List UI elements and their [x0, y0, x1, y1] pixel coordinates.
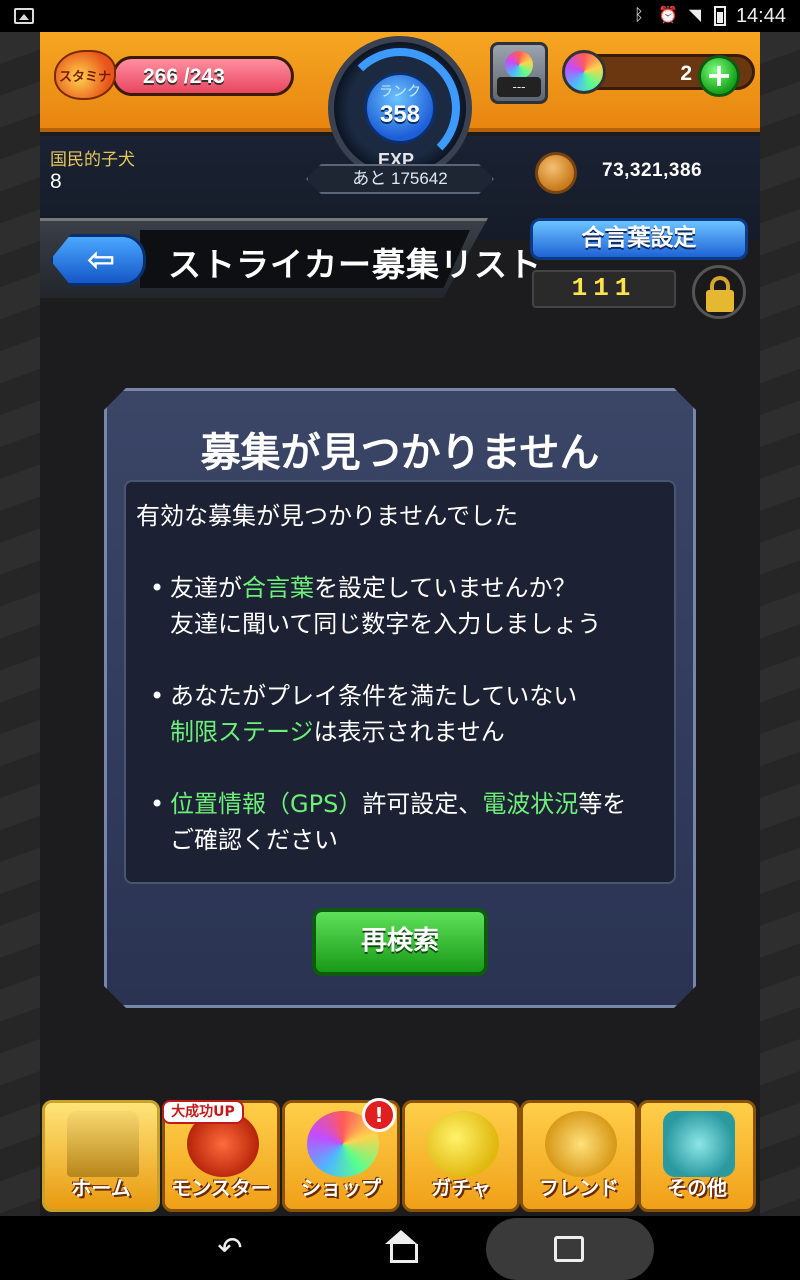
player-level: 8: [50, 170, 62, 193]
bottom-nav: ホーム モンスター ショップ ガチャ フレンド その他: [40, 1096, 760, 1216]
orb-count: 2: [680, 62, 692, 85]
bluetooth-icon: ᛒ: [634, 7, 644, 24]
back-arrow-icon: ⇦: [86, 240, 116, 280]
wifi-icon: ◥: [688, 7, 702, 24]
nav-friend[interactable]: フレンド: [520, 1100, 638, 1212]
rank-label: ランク: [379, 84, 421, 100]
coin-value: 73,321,386: [602, 160, 703, 181]
nav-home-label: ホーム: [71, 1176, 131, 1200]
page-title: ストライカー募集リスト: [168, 245, 542, 284]
stamina-label: スタミナ: [58, 69, 111, 85]
nav-gacha-label: ガチャ: [431, 1176, 491, 1200]
nav-monster-label: モンスター: [171, 1176, 271, 1200]
dialog-lead-text: 有効な募集が見つかりませんでした: [136, 502, 519, 530]
status-icons: ᛒ ⏰ ◥ 14:44: [630, 5, 786, 28]
dialog-message-box: 有効な募集が見つかりませんでした 友達が合言葉を設定していませんか？ 友達に聞い…: [124, 480, 676, 884]
buy-orb-button[interactable]: +: [698, 55, 740, 97]
right-border: [760, 32, 800, 1216]
orb-icon: [562, 50, 606, 94]
friends-icon: [545, 1111, 617, 1177]
stamina-value: 266 /243: [143, 65, 225, 88]
nav-friend-label: フレンド: [539, 1176, 619, 1200]
monster-promo-badge: 大成功UP: [162, 1100, 244, 1124]
highlight-passcode: 合言葉: [242, 574, 314, 602]
highlight-signal: 電波状況: [482, 790, 579, 818]
highlight-restricted-stage: 制限ステージ: [170, 718, 314, 746]
nav-shop-label: ショップ: [301, 1176, 381, 1200]
passcode-field[interactable]: 111: [532, 270, 676, 308]
alarm-icon: ⏰: [657, 7, 678, 24]
image-icon: [14, 8, 34, 24]
other-menu-icon: [663, 1111, 735, 1177]
home-nav-icon[interactable]: [384, 1230, 418, 1263]
home-gate-icon: [67, 1111, 139, 1177]
tip-restricted-stage: あなたがプレイ条件を満たしていない 制限ステージは表示されません: [136, 678, 664, 750]
nav-other[interactable]: その他: [638, 1100, 756, 1212]
dialog-title: 募集が見つかりません: [200, 430, 600, 476]
gacha-egg-icon: [427, 1111, 499, 1177]
battery-icon: [713, 6, 726, 26]
rank-value: 358: [379, 101, 421, 128]
nav-gacha[interactable]: ガチャ: [402, 1100, 520, 1212]
box-orb-icon: [505, 51, 533, 79]
exp-remaining: あと 175642: [306, 164, 494, 194]
stamina-icon: スタミナ: [54, 50, 116, 100]
passcode-settings-button[interactable]: 合言葉設定: [530, 218, 748, 260]
stamina-bar: 266 /243: [112, 56, 294, 96]
research-button[interactable]: 再検索: [312, 908, 488, 976]
nav-home[interactable]: ホーム: [42, 1100, 160, 1212]
status-bar: ᛒ ⏰ ◥ 14:44: [0, 0, 800, 32]
nav-other-label: その他: [667, 1176, 727, 1200]
box-icon[interactable]: ---: [490, 42, 548, 104]
shop-alert-badge: !: [362, 1098, 396, 1132]
status-time: 14:44: [735, 4, 786, 27]
tip-gps: 位置情報（GPS）許可設定、電波状況等を ご確認ください: [136, 786, 664, 858]
system-nav-bar: ↶: [0, 1216, 800, 1280]
coin-icon: [535, 152, 577, 194]
lock-button[interactable]: [692, 265, 746, 319]
highlight-gps: 位置情報（GPS）: [170, 790, 363, 818]
player-name: 国民的子犬: [50, 150, 135, 170]
recents-nav-icon[interactable]: [554, 1236, 584, 1262]
rank-badge: ランク 358: [364, 72, 436, 144]
tip-passcode: 友達が合言葉を設定していませんか？ 友達に聞いて同じ数字を入力しましょう: [136, 570, 664, 642]
left-border: [0, 32, 40, 1216]
back-nav-icon[interactable]: ↶: [212, 1234, 248, 1264]
box-label: ---: [497, 77, 541, 97]
